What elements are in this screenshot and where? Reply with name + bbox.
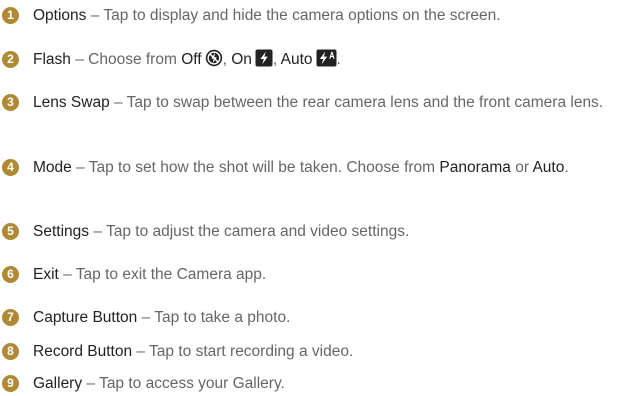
- flash-on-label: On: [231, 51, 252, 68]
- term-mode: Mode: [33, 159, 72, 176]
- dash: –: [71, 159, 89, 176]
- number-badge-8: 8: [2, 343, 19, 360]
- mode-panorama: Panorama: [439, 159, 511, 176]
- description-or: or: [510, 159, 533, 176]
- item-text: Options – Tap to display and hide the ca…: [33, 5, 623, 26]
- number-badge-9: 9: [2, 375, 19, 392]
- dash: –: [89, 223, 106, 240]
- number-badge-4: 4: [2, 159, 19, 176]
- number-badge-1: 1: [2, 7, 19, 24]
- dash: –: [86, 7, 104, 24]
- description: Tap to set how the shot will be taken. C…: [88, 159, 440, 176]
- item-text: Settings – Tap to adjust the camera and …: [33, 221, 623, 242]
- description: Tap to access your Gallery.: [99, 375, 285, 392]
- description: Tap to exit the Camera app.: [75, 266, 267, 283]
- period: .: [564, 159, 569, 176]
- separator: ,: [272, 51, 281, 68]
- separator: ,: [222, 51, 232, 68]
- item-text: Flash – Choose from Off, On, Auto.: [33, 49, 623, 70]
- mode-auto: Auto: [532, 159, 565, 176]
- term-lens-swap: Lens Swap: [33, 94, 110, 111]
- dash: –: [70, 51, 89, 68]
- item-text: Lens Swap – Tap to swap between the rear…: [33, 92, 623, 113]
- term-settings: Settings: [33, 223, 90, 240]
- flash-off-icon: [205, 49, 223, 67]
- number-badge-6: 6: [2, 266, 19, 283]
- period: .: [336, 51, 341, 68]
- term-gallery: Gallery: [33, 375, 83, 392]
- number-badge-5: 5: [2, 223, 19, 240]
- description: Tap to display and hide the camera optio…: [103, 7, 501, 24]
- description: Tap to adjust the camera and video setti…: [105, 223, 410, 240]
- number-badge-7: 7: [2, 309, 19, 326]
- dash: –: [58, 266, 76, 283]
- description: Choose from: [88, 51, 182, 68]
- term-options: Options: [33, 7, 87, 24]
- dash: –: [109, 94, 127, 111]
- dash: –: [137, 309, 155, 326]
- flash-auto-icon: [316, 49, 337, 67]
- item-text: Record Button – Tap to start recording a…: [33, 341, 623, 362]
- term-record-button: Record Button: [33, 343, 133, 360]
- term-capture-button: Capture Button: [33, 309, 138, 326]
- item-text: Capture Button – Tap to take a photo.: [33, 307, 623, 328]
- flash-on-icon: [255, 49, 273, 67]
- dash: –: [132, 343, 150, 360]
- description: Tap to swap between the rear camera lens…: [126, 94, 604, 111]
- flash-off-label: Off: [181, 51, 202, 68]
- dash: –: [82, 375, 100, 392]
- flash-auto-label: Auto: [280, 51, 313, 68]
- term-exit: Exit: [33, 266, 59, 283]
- term-flash: Flash: [33, 51, 71, 68]
- description: Tap to take a photo.: [154, 309, 291, 326]
- number-badge-2: 2: [2, 51, 19, 68]
- item-text: Mode – Tap to set how the shot will be t…: [33, 157, 623, 178]
- item-text: Gallery – Tap to access your Gallery.: [33, 373, 623, 394]
- item-text: Exit – Tap to exit the Camera app.: [33, 264, 623, 285]
- description: Tap to start recording a video.: [149, 343, 354, 360]
- number-badge-3: 3: [2, 94, 19, 111]
